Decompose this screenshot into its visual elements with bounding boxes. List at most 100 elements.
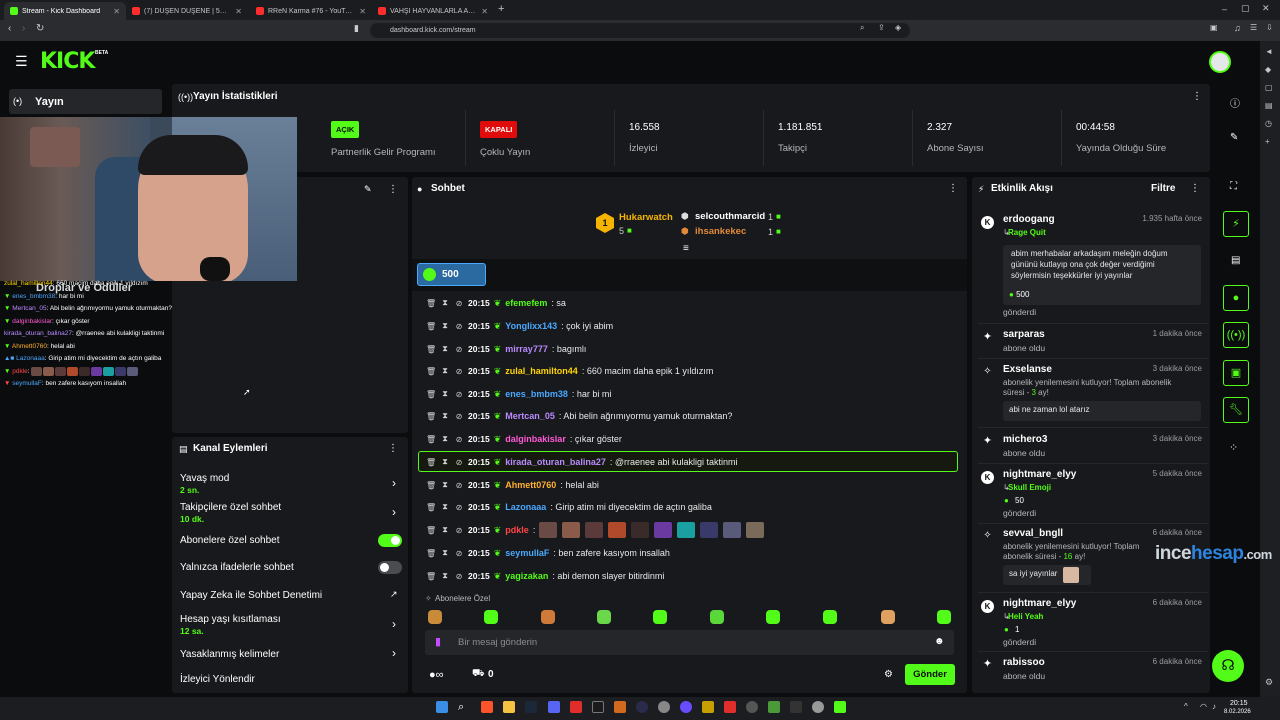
minecraft-icon[interactable] bbox=[768, 701, 780, 713]
timeout-icon[interactable]: ⧗ bbox=[440, 502, 450, 512]
event-username[interactable]: sevval_bngll bbox=[1003, 528, 1063, 539]
discord-icon[interactable] bbox=[548, 701, 560, 713]
box-icon[interactable]: ▢ bbox=[1265, 83, 1273, 92]
wifi-icon[interactable]: ◠ bbox=[1200, 702, 1207, 711]
chat-message[interactable]: 🗑︎ ⧗ ⊘ 20:15 ❦ seymullaF: ben zafere kasıyom … bbox=[426, 544, 670, 562]
kicks-pill[interactable]: 500 bbox=[417, 263, 486, 286]
close-tab-icon[interactable]: ✕ bbox=[235, 7, 242, 16]
chat-message[interactable]: 🗑︎ ⧗ ⊘ 20:15 ❦ yagizakan: abi demon slayer bi… bbox=[426, 567, 664, 585]
more-options-icon[interactable]: ⋮ bbox=[388, 443, 398, 454]
event-username[interactable]: nightmare_elyy bbox=[1003, 598, 1076, 609]
folder-icon[interactable] bbox=[503, 701, 515, 713]
chat-message[interactable]: 🗑︎ ⧗ ⊘ 20:15 ❦ Lazonaaa: Girip atim mi diyece… bbox=[426, 498, 712, 516]
avatar[interactable] bbox=[1209, 51, 1231, 73]
ban-icon[interactable]: ⊘ bbox=[454, 526, 464, 535]
emote-button[interactable] bbox=[823, 610, 837, 624]
ban-icon[interactable]: ⊘ bbox=[454, 390, 464, 399]
note-icon[interactable]: ▤ bbox=[1265, 101, 1273, 110]
crop-icon[interactable]: ⛶ bbox=[1230, 181, 1237, 192]
screenshot-icon[interactable]: ▣ bbox=[1210, 23, 1218, 32]
emotes-only-toggle[interactable] bbox=[378, 561, 402, 574]
delete-icon[interactable]: 🗑︎ bbox=[426, 367, 436, 376]
ban-icon[interactable]: ⊘ bbox=[454, 367, 464, 376]
timeout-icon[interactable]: ⧗ bbox=[440, 321, 450, 331]
message-username[interactable]: zulal_hamilton44 bbox=[505, 366, 578, 376]
menu-icon[interactable]: ☰ bbox=[15, 53, 28, 70]
event-username[interactable]: sarparas bbox=[1003, 329, 1045, 340]
timeout-icon[interactable]: ⧗ bbox=[440, 411, 450, 421]
ban-icon[interactable]: ⊘ bbox=[454, 503, 464, 512]
tool-quick-actions[interactable]: ⚡ bbox=[1223, 211, 1249, 237]
microphone-icon[interactable]: ▮ bbox=[435, 635, 441, 648]
message-username[interactable]: enes_bmbm38 bbox=[505, 389, 568, 399]
message-username[interactable]: seymullaF bbox=[505, 548, 549, 558]
chat-settings-icon[interactable]: ●∞ bbox=[429, 669, 444, 681]
ban-icon[interactable]: ⊘ bbox=[454, 412, 464, 421]
chat-message[interactable]: 🗑︎ ⧗ ⊘ 20:15 ❦ zulal_hamilton44: 660 macim da… bbox=[426, 362, 713, 380]
app-icon[interactable] bbox=[658, 701, 670, 713]
timeout-icon[interactable]: ⧗ bbox=[440, 480, 450, 490]
message-username[interactable]: yagizakan bbox=[505, 571, 548, 581]
close-tab-icon[interactable]: ✕ bbox=[481, 7, 488, 16]
chevron-right-icon[interactable]: › bbox=[392, 646, 396, 660]
delete-icon[interactable]: 🗑︎ bbox=[426, 503, 436, 512]
delete-icon[interactable]: 🗑︎ bbox=[426, 481, 436, 490]
add-icon[interactable]: + bbox=[1265, 137, 1270, 146]
chat-message[interactable]: 🗑︎ ⧗ ⊘ 20:15 ❦ Mertcan_05: Abi belin ağrımıyo… bbox=[426, 407, 732, 425]
chevron-right-icon[interactable]: › bbox=[392, 505, 396, 519]
app-icon[interactable] bbox=[680, 701, 692, 713]
more-options-icon[interactable]: ⋮ bbox=[1190, 183, 1200, 194]
delete-icon[interactable]: 🗑︎ bbox=[426, 345, 436, 354]
timeout-icon[interactable]: ⧗ bbox=[440, 571, 450, 581]
tool-settings[interactable]: 🔧︎ bbox=[1223, 397, 1249, 423]
url-field[interactable]: dashboard.kick.com/stream bbox=[370, 23, 910, 38]
chat-input[interactable]: ▮ Bir mesaj gönderin ☻ bbox=[425, 630, 954, 655]
brave-icon[interactable] bbox=[481, 701, 493, 713]
ban-icon[interactable]: ⊘ bbox=[454, 435, 464, 444]
send-button[interactable]: Gönder bbox=[905, 664, 955, 685]
message-username[interactable]: efemefem bbox=[505, 298, 547, 308]
kick-logo[interactable]: KICK bbox=[40, 49, 95, 74]
app-icon[interactable] bbox=[790, 701, 802, 713]
ban-icon[interactable]: ⊘ bbox=[454, 549, 464, 558]
event-username[interactable]: nightmare_elyy bbox=[1003, 469, 1076, 480]
message-username[interactable]: Mertcan_05 bbox=[505, 411, 555, 421]
music-icon[interactable]: ♫ bbox=[1234, 23, 1241, 33]
gear-icon[interactable]: ⚙ bbox=[884, 669, 893, 680]
app-icon[interactable] bbox=[746, 701, 758, 713]
chevron-right-icon[interactable]: › bbox=[392, 617, 396, 631]
app-icon[interactable] bbox=[570, 701, 582, 713]
app-icon[interactable] bbox=[724, 701, 736, 713]
delete-icon[interactable]: 🗑︎ bbox=[426, 435, 436, 444]
chevron-right-icon[interactable]: › bbox=[392, 476, 396, 490]
timeout-icon[interactable]: ⧗ bbox=[440, 366, 450, 376]
ban-icon[interactable]: ⊘ bbox=[454, 572, 464, 581]
new-tab-button[interactable]: + bbox=[498, 3, 504, 15]
message-username[interactable]: Lazonaaa bbox=[505, 502, 546, 512]
emote-button[interactable] bbox=[710, 610, 724, 624]
close-tab-icon[interactable]: ✕ bbox=[113, 7, 120, 16]
message-username[interactable]: Ahmett0760 bbox=[505, 480, 556, 490]
document-icon[interactable]: ▤ bbox=[1231, 255, 1240, 266]
timeout-icon[interactable]: ⧗ bbox=[440, 389, 450, 399]
download-icon[interactable]: ⇩ bbox=[1266, 23, 1273, 32]
edit-icon[interactable]: ✎ bbox=[1230, 132, 1238, 143]
kick-app-icon[interactable] bbox=[834, 701, 846, 713]
settings-icon[interactable]: ⚙ bbox=[1265, 677, 1273, 688]
browser-tab-youtube-3[interactable]: VAHŞİ HAYVANLARLA ARKADAŞ OLDUK ✕ bbox=[372, 2, 494, 20]
browser-tab-youtube-2[interactable]: RReN Karma #76 - YouTube ✕ bbox=[250, 2, 372, 20]
message-username[interactable]: pdkle bbox=[505, 525, 529, 535]
message-username[interactable]: kirada_oturan_balina27 bbox=[505, 457, 606, 467]
emote-button[interactable] bbox=[937, 610, 951, 624]
ban-icon[interactable]: ⊘ bbox=[454, 322, 464, 331]
app-icon[interactable] bbox=[614, 701, 626, 713]
chat-message[interactable]: 🗑︎ ⧗ ⊘ 20:15 ❦ Ahmett0760: helal abi bbox=[426, 476, 599, 494]
apps-icon[interactable]: ⁘ bbox=[1229, 441, 1238, 454]
support-button[interactable]: ☊ bbox=[1212, 650, 1244, 682]
timeout-icon[interactable]: ⧗ bbox=[440, 548, 450, 558]
ban-icon[interactable]: ⊘ bbox=[454, 299, 464, 308]
maximize-icon[interactable]: ▢ bbox=[1241, 3, 1250, 14]
chat-message[interactable]: 🗑︎ ⧗ ⊘ 20:15 ❦ enes_bmbm38: har bi mi bbox=[426, 385, 611, 403]
steam-icon[interactable] bbox=[525, 701, 537, 713]
app-icon[interactable] bbox=[592, 701, 604, 713]
